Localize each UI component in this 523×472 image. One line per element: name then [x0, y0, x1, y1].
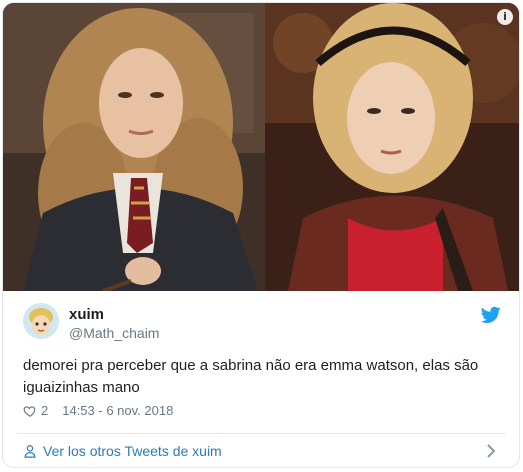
more-tweets-label[interactable]: Ver los otros Tweets de xuim: [43, 443, 222, 459]
tweet-timestamp[interactable]: 14:53 - 6 nov. 2018: [62, 403, 173, 418]
divider: [17, 433, 505, 434]
info-icon[interactable]: i: [497, 9, 513, 25]
heart-icon[interactable]: [23, 404, 37, 418]
twitter-bird-icon[interactable]: [481, 306, 501, 324]
more-tweets-link[interactable]: Ver los otros Tweets de xuim: [23, 443, 222, 459]
tweet-card: i xuim @Math_chaim demorei pra perceber …: [2, 2, 520, 468]
tweet-meta: 2 14:53 - 6 nov. 2018: [23, 403, 173, 418]
avatar-image: [23, 303, 59, 339]
like-count[interactable]: 2: [41, 403, 48, 418]
tweet-media[interactable]: i: [3, 3, 519, 291]
person-icon: [24, 445, 36, 458]
author-name[interactable]: xuim: [69, 306, 104, 323]
tweet-text: demorei pra perceber que a sabrina não e…: [23, 357, 479, 396]
chevron-right-icon[interactable]: [485, 444, 497, 458]
author-handle[interactable]: @Math_chaim: [69, 325, 159, 341]
tweet-media-image: [3, 3, 519, 291]
avatar[interactable]: [23, 303, 59, 339]
